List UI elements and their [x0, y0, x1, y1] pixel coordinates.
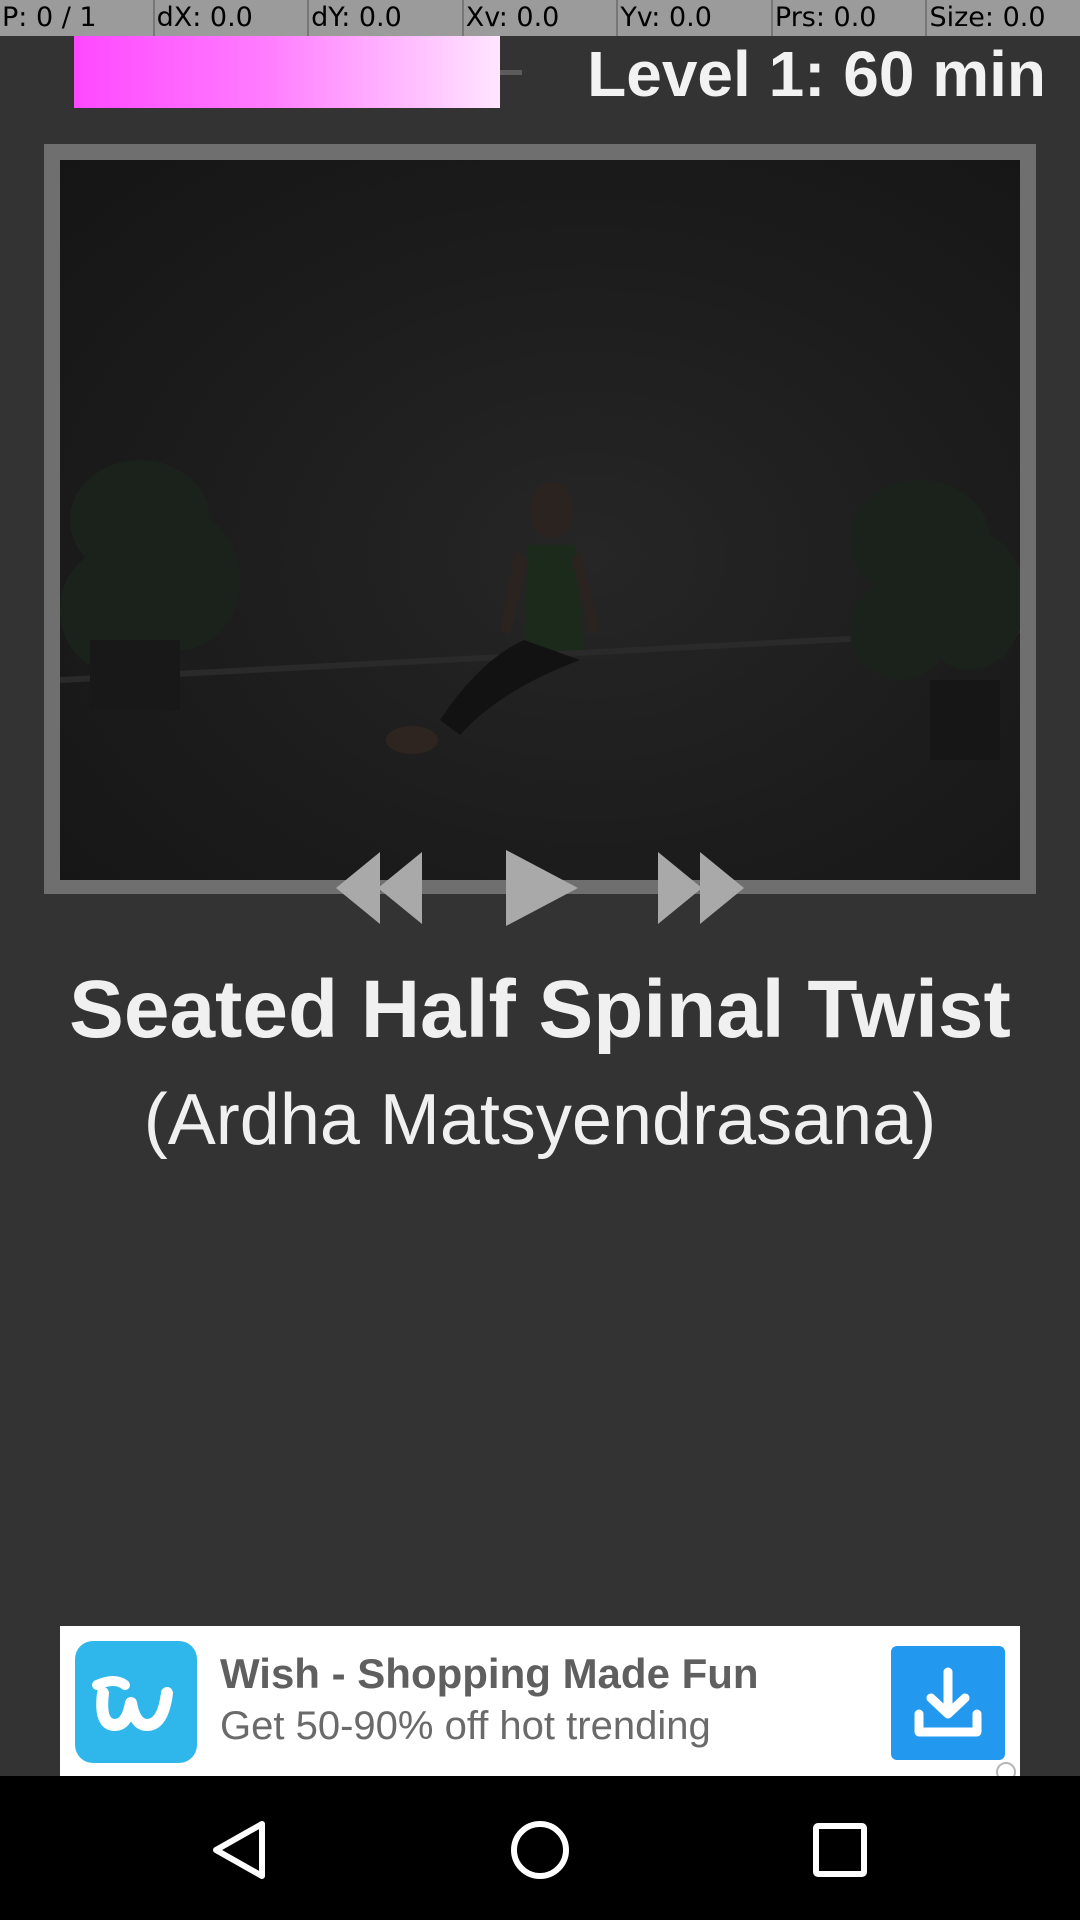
pose-sanskrit-name: (Ardha Matsyendrasana) [143, 1080, 937, 1160]
play-icon[interactable] [500, 846, 582, 930]
wish-logo-icon [75, 1641, 197, 1763]
ad-banner[interactable]: Wish - Shopping Made Fun Get 50-90% off … [60, 1626, 1020, 1782]
delta-x: dX: 0.0 [155, 0, 310, 36]
pose-video-still [60, 460, 1020, 760]
progress-marker [500, 70, 522, 75]
pressure: Prs: 0.0 [773, 0, 928, 36]
pose-title: Seated Half Spinal Twist [69, 964, 1011, 1055]
home-circle-icon[interactable] [500, 1810, 580, 1890]
video-frame [44, 144, 1036, 894]
session-progress-bar [74, 36, 500, 108]
pointer-location-bar: P: 0 / 1 dX: 0.0 dY: 0.0 Xv: 0.0 Yv: 0.0… [0, 0, 1080, 36]
back-triangle-icon[interactable] [200, 1810, 280, 1890]
pose-video[interactable] [60, 160, 1020, 880]
playback-controls [330, 846, 750, 930]
fast-forward-icon[interactable] [650, 846, 750, 930]
level-label: Level 1: 60 min [587, 38, 1046, 110]
pointer-count: P: 0 / 1 [0, 0, 155, 36]
touch-size: Size: 0.0 [929, 2, 1046, 33]
delta-y: dY: 0.0 [309, 0, 464, 36]
velocity-y: Yv: 0.0 [618, 0, 773, 36]
velocity-x: Xv: 0.0 [464, 0, 619, 36]
download-icon[interactable] [891, 1646, 1005, 1760]
ad-title: Wish - Shopping Made Fun [220, 1650, 759, 1697]
recent-apps-square-icon[interactable] [800, 1810, 880, 1890]
system-nav-bar [0, 1776, 1080, 1920]
ad-subtitle: Get 50-90% off hot trending [220, 1704, 711, 1748]
rewind-icon[interactable] [330, 846, 430, 930]
